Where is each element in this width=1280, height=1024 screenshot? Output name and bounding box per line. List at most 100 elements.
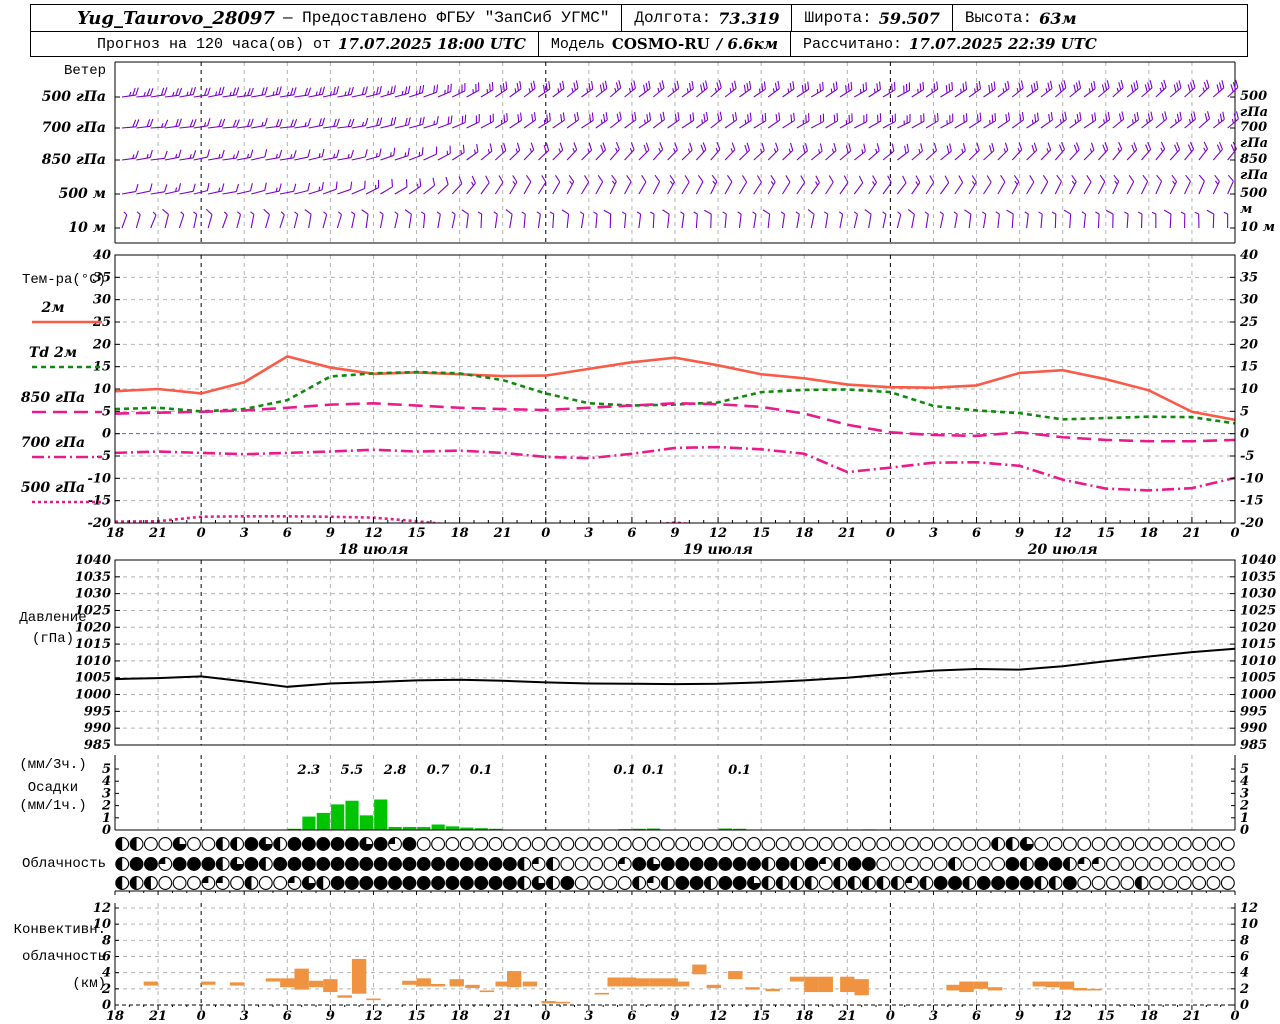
cloud-symbol <box>574 876 589 890</box>
tick-label: 5.5 <box>341 763 364 778</box>
wind-barb <box>954 81 968 98</box>
wind-barb <box>1011 111 1025 129</box>
wind-barb <box>379 211 384 229</box>
convective-bar <box>706 984 721 989</box>
wind-barb <box>480 113 494 129</box>
wind-barb <box>1040 112 1053 129</box>
wind-barb <box>925 112 939 129</box>
cloud-symbol <box>1220 876 1235 890</box>
wind-barb <box>322 118 340 129</box>
convective-bar <box>143 981 159 986</box>
legend-t700: 700 гПа <box>20 435 86 451</box>
wind-barb <box>680 211 685 229</box>
wind-barb <box>222 183 240 195</box>
wind-barb <box>265 183 282 195</box>
tick-label: 15 <box>752 1009 770 1024</box>
cloud-symbol <box>976 837 991 851</box>
precip-bar <box>359 815 373 830</box>
wind-level-500hpa-right: 500 гПа <box>1240 89 1269 120</box>
wind-barb <box>1095 211 1100 229</box>
wind-barb <box>695 142 707 161</box>
cloud-symbol <box>1106 876 1120 890</box>
wind-barb <box>897 143 910 161</box>
provider-text: — Предоставлено ФГБУ "ЗапСиб УГМС" <box>282 9 610 27</box>
cloud-panel-title: Облачность <box>21 856 106 872</box>
convective-bar <box>745 987 760 990</box>
precip-panel-title: Осадки <box>27 780 79 796</box>
wind-barb <box>609 80 622 98</box>
wind-barb <box>150 119 169 129</box>
tick-label: 9 <box>326 526 335 541</box>
wind-barb <box>925 81 939 98</box>
header-separator <box>789 32 791 56</box>
cloud-symbol <box>1120 837 1135 851</box>
wind-barb <box>423 146 438 161</box>
wind-barb <box>538 81 551 98</box>
wind-barb <box>566 80 579 98</box>
convective-bar <box>479 990 495 993</box>
convective-bar <box>1059 981 1075 990</box>
convective-bar <box>465 984 480 989</box>
cloud-symbol <box>1134 837 1149 851</box>
tick-label: 18 июля <box>338 542 408 558</box>
cloud-symbol <box>603 876 618 890</box>
temp-panel-title: Тем-ра(°C) <box>21 272 106 288</box>
wind-barb <box>505 209 513 229</box>
tick-label: -10 <box>1240 471 1264 486</box>
cloud-symbol <box>847 837 862 851</box>
wind-barb <box>924 211 929 229</box>
wind-barb <box>466 82 480 98</box>
cloud-symbol <box>187 837 201 851</box>
cloud-symbol <box>1034 837 1049 851</box>
wind-barb <box>810 143 823 161</box>
altitude-label: Высота: <box>964 9 1033 27</box>
wind-barb <box>265 149 283 161</box>
wind-barb <box>1227 111 1239 129</box>
wind-barb <box>521 211 526 229</box>
pressure-panel: 985 985990 990995 9951000 10001005 10051010 10… <box>75 553 1276 753</box>
wind-barb <box>1194 211 1200 229</box>
wind-barb <box>1169 80 1182 98</box>
header-separator <box>537 32 539 56</box>
tick-label: 985 <box>1240 738 1267 753</box>
latitude-label: Широта: <box>804 9 872 27</box>
cloud-symbol <box>445 837 460 851</box>
wind-barb <box>796 143 808 161</box>
wind-barb <box>864 209 872 229</box>
cloud-symbol <box>933 857 948 871</box>
wind-barb <box>1026 80 1039 98</box>
wind-barb <box>538 112 551 129</box>
wind-barb <box>1040 174 1049 195</box>
cloud-symbol <box>919 837 934 851</box>
cloud-symbol <box>589 876 603 890</box>
tick-label: 18 <box>795 526 813 541</box>
tick-label: 0.7 <box>427 763 450 778</box>
tick-label: 18 <box>451 1009 469 1024</box>
tick-label: 21 <box>1182 526 1201 541</box>
wind-barb <box>738 175 748 195</box>
cloud-symbol <box>976 857 991 871</box>
convective-bar <box>337 995 352 998</box>
cloud-symbol <box>775 837 790 851</box>
wind-barb <box>466 114 480 129</box>
wind-barb <box>394 179 408 195</box>
tick-label: 3 <box>929 1009 938 1024</box>
cloud-symbol <box>948 837 962 851</box>
wind-barb <box>696 111 709 129</box>
wind-barb <box>907 209 915 229</box>
cloud-symbol <box>1206 876 1221 890</box>
conv-panel-title-2: облачность <box>21 949 106 965</box>
wind-barb <box>1155 111 1168 129</box>
wind-barb <box>1098 142 1109 161</box>
wind-barb <box>523 174 532 195</box>
wind-barb <box>868 113 882 129</box>
convective-bar <box>294 968 309 990</box>
wind-barb <box>1227 141 1237 161</box>
wind-barb <box>461 209 469 229</box>
cloud-symbol <box>1077 876 1092 890</box>
wind-barb <box>1081 211 1087 229</box>
wind-barb <box>236 211 242 229</box>
wind-barb <box>1054 141 1066 161</box>
wind-barb <box>704 209 712 229</box>
tick-label: 18 <box>451 526 469 541</box>
